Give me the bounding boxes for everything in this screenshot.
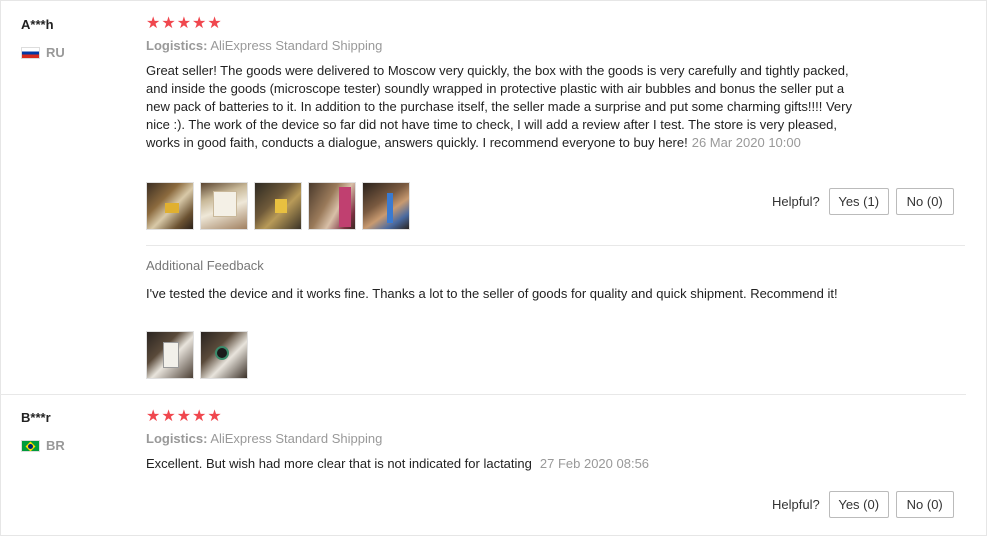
logistics-value: AliExpress Standard Shipping: [210, 38, 383, 53]
helpful-label: Helpful?: [772, 497, 820, 512]
star-rating: ★★★★★: [146, 15, 223, 32]
reviewer-info: A***h RU: [21, 17, 65, 60]
review-date: 27 Feb 2020 08:56: [539, 456, 650, 471]
review-text-block: Great seller! The goods were delivered t…: [146, 62, 871, 152]
helpful-vote: Helpful? Yes (0) No (0): [772, 491, 954, 518]
review-separator: [0, 394, 966, 395]
additional-photos: [146, 331, 248, 379]
logistics-label: Logistics:: [146, 431, 208, 446]
review-photo[interactable]: [200, 182, 248, 230]
reviewer-name: B***r: [21, 410, 51, 425]
logistics-info: Logistics: AliExpress Standard Shipping: [146, 38, 966, 54]
review-photo[interactable]: [362, 182, 410, 230]
country-code: RU: [46, 45, 65, 60]
reviewer-country: RU: [21, 45, 65, 60]
helpful-yes-button[interactable]: Yes (1): [828, 188, 889, 215]
review-text: Excellent. But wish had more clear that …: [146, 456, 532, 471]
review-content: ★★★★★ Logistics: AliExpress Standard Shi…: [146, 408, 966, 473]
logistics-info: Logistics: AliExpress Standard Shipping: [146, 431, 966, 447]
reviewer-name: A***h: [21, 17, 54, 32]
review-text-block: Excellent. But wish had more clear that …: [146, 455, 871, 473]
reviewer-country: BR: [21, 438, 65, 453]
reviewer-info: B***r BR: [21, 410, 65, 453]
additional-feedback-text: I've tested the device and it works fine…: [146, 286, 838, 301]
review-content: ★★★★★ Logistics: AliExpress Standard Shi…: [146, 15, 966, 152]
helpful-no-button[interactable]: No (0): [895, 491, 954, 518]
review-photo[interactable]: [146, 331, 194, 379]
logistics-value: AliExpress Standard Shipping: [210, 431, 383, 446]
review-photos: [146, 182, 410, 230]
helpful-label: Helpful?: [772, 194, 820, 209]
divider: [146, 245, 965, 246]
review-date: 26 Mar 2020 10:00: [691, 135, 801, 150]
russia-flag-icon: [21, 46, 40, 59]
helpful-yes-button[interactable]: Yes (0): [828, 491, 889, 518]
review-photo[interactable]: [146, 182, 194, 230]
star-rating: ★★★★★: [146, 408, 223, 425]
brazil-flag-icon: [21, 439, 40, 452]
review-photo[interactable]: [254, 182, 302, 230]
helpful-no-button[interactable]: No (0): [895, 188, 954, 215]
review-photo[interactable]: [200, 331, 248, 379]
additional-feedback: Additional Feedback I've tested the devi…: [146, 258, 871, 303]
country-code: BR: [46, 438, 65, 453]
review-photo[interactable]: [308, 182, 356, 230]
additional-feedback-title: Additional Feedback: [146, 258, 264, 273]
logistics-label: Logistics:: [146, 38, 208, 53]
helpful-vote: Helpful? Yes (1) No (0): [772, 188, 954, 215]
